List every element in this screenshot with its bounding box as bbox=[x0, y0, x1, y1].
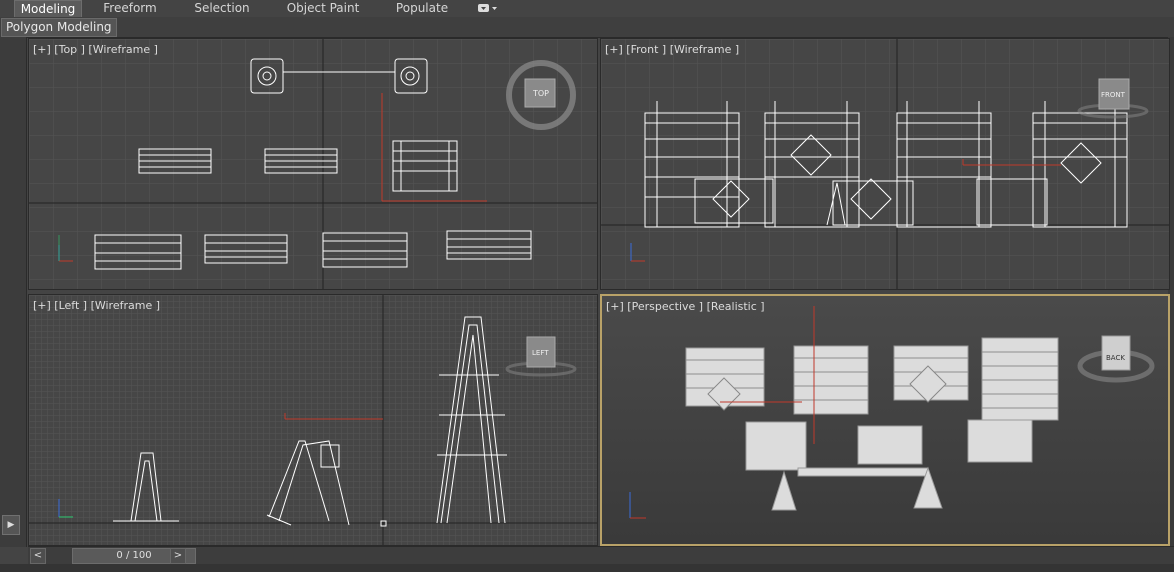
viewcube-front-label: FRONT bbox=[1101, 91, 1125, 99]
tab-freeform[interactable]: Freeform bbox=[96, 0, 164, 16]
viewport-left[interactable]: [+] [Left ] [Wireframe ] LEFT bbox=[28, 294, 598, 546]
front-viewport-canvas bbox=[601, 39, 1169, 289]
viewport-label-perspective[interactable]: [+] [Perspective ] [Realistic ] bbox=[606, 300, 765, 313]
viewcube-perspective-label: BACK bbox=[1106, 354, 1125, 362]
viewport-label-left[interactable]: [+] [Left ] [Wireframe ] bbox=[33, 299, 160, 312]
viewcube-left-label: LEFT bbox=[532, 349, 549, 357]
options-dropdown-icon[interactable] bbox=[478, 2, 498, 14]
ribbon-panel-bar: Polygon Modeling bbox=[0, 17, 1174, 38]
left-viewport-canvas bbox=[29, 295, 597, 545]
viewport-label-front[interactable]: [+] [Front ] [Wireframe ] bbox=[605, 43, 739, 56]
time-slider[interactable]: < 0 / 100 > bbox=[28, 546, 1174, 565]
tab-selection[interactable]: Selection bbox=[186, 0, 258, 16]
time-prev-button[interactable]: < bbox=[30, 548, 46, 564]
tab-modeling[interactable]: Modeling bbox=[14, 0, 82, 17]
viewport-perspective[interactable]: [+] [Perspective ] [Realistic ] BACK bbox=[600, 294, 1170, 546]
viewport-top[interactable]: [+] [Top ] [Wireframe ] TOP bbox=[28, 38, 598, 290]
viewport-front[interactable]: [+] [Front ] [Wireframe ] FRONT bbox=[600, 38, 1170, 290]
perspective-viewport-canvas bbox=[629, 306, 1155, 519]
tab-populate[interactable]: Populate bbox=[388, 0, 456, 16]
track-bar[interactable] bbox=[0, 564, 1174, 572]
ribbon-tabs: Modeling Freeform Selection Object Paint… bbox=[0, 0, 1174, 18]
tab-object-paint[interactable]: Object Paint bbox=[282, 0, 364, 16]
expand-arrow-icon[interactable]: ▶ bbox=[2, 515, 20, 535]
tab-polygon-modeling[interactable]: Polygon Modeling bbox=[1, 18, 117, 37]
left-command-strip: ▶ bbox=[0, 37, 27, 547]
time-next-button[interactable]: > bbox=[170, 548, 186, 564]
viewport-label-top[interactable]: [+] [Top ] [Wireframe ] bbox=[33, 43, 158, 56]
viewcube-top-label: TOP bbox=[533, 89, 550, 98]
top-viewport-canvas bbox=[29, 39, 597, 289]
